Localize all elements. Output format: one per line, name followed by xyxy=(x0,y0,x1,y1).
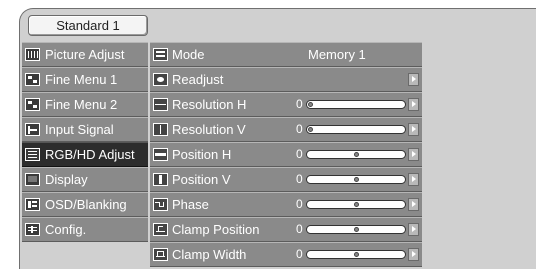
setting-value: Memory 1 xyxy=(308,47,366,62)
slider-knob[interactable] xyxy=(353,177,359,182)
osd-blanking-icon xyxy=(25,198,40,211)
menu-item-label: OSD/Blanking xyxy=(45,197,127,212)
arrow-right-icon[interactable] xyxy=(408,98,419,111)
menu-item-label: Display xyxy=(45,172,88,187)
menu-item-label: RGB/HD Adjust xyxy=(45,147,135,162)
slider-bar[interactable] xyxy=(306,100,406,109)
main-menu: Picture Adjust Fine Menu 1 Fine Menu 2 I… xyxy=(22,42,148,242)
phase-icon xyxy=(153,198,168,211)
arrow-right-icon[interactable] xyxy=(408,198,419,211)
setting-row-readjust[interactable]: Readjust xyxy=(150,67,422,92)
setting-number: 0 xyxy=(296,97,303,111)
config-icon xyxy=(25,223,40,236)
setting-label: Clamp Position xyxy=(172,222,260,237)
setting-row-phase[interactable]: Phase 0 xyxy=(150,192,422,217)
setting-number: 0 xyxy=(296,247,303,261)
setting-row-mode[interactable]: Mode Memory 1 xyxy=(150,42,422,67)
slider-bar[interactable] xyxy=(306,250,406,259)
setting-row-position-v[interactable]: Position V 0 xyxy=(150,167,422,192)
menu-item-label: Fine Menu 1 xyxy=(45,72,118,87)
fine-menu-icon xyxy=(25,73,40,86)
slider-knob[interactable] xyxy=(353,252,359,257)
rgb-hd-icon xyxy=(25,148,40,161)
slider-bar[interactable] xyxy=(306,175,406,184)
slider-bar[interactable] xyxy=(306,200,406,209)
setting-label: Position H xyxy=(172,147,232,162)
arrow-right-icon[interactable] xyxy=(408,148,419,161)
menu-item-fine-menu-2[interactable]: Fine Menu 2 xyxy=(22,92,148,117)
setting-row-resolution-h[interactable]: Resolution H 0 xyxy=(150,92,422,117)
settings-panel: Mode Memory 1 Readjust Resolution H 0 Re… xyxy=(150,42,422,267)
slider-knob[interactable] xyxy=(308,102,313,107)
setting-label: Mode xyxy=(172,47,205,62)
setting-row-clamp-position[interactable]: Clamp Position 0 xyxy=(150,217,422,242)
slider-bar[interactable] xyxy=(306,125,406,134)
menu-item-config[interactable]: Config. xyxy=(22,217,148,242)
menu-item-label: Config. xyxy=(45,222,87,237)
slider-bar[interactable] xyxy=(306,225,406,234)
position-h-icon xyxy=(153,148,168,161)
slider-knob[interactable] xyxy=(353,152,359,157)
setting-number: 0 xyxy=(296,197,303,211)
resolution-h-icon xyxy=(153,98,168,111)
setting-number: 0 xyxy=(296,122,303,136)
setting-label: Resolution V xyxy=(172,122,246,137)
fine-menu-icon xyxy=(25,98,40,111)
slider-bar[interactable] xyxy=(306,150,406,159)
arrow-right-icon[interactable] xyxy=(408,248,419,261)
menu-item-picture-adjust[interactable]: Picture Adjust xyxy=(22,42,148,67)
menu-item-display[interactable]: Display xyxy=(22,167,148,192)
menu-item-label: Picture Adjust xyxy=(45,47,125,62)
slider-knob[interactable] xyxy=(353,202,359,207)
menu-item-label: Input Signal xyxy=(45,122,114,137)
tab-standard-1[interactable]: Standard 1 xyxy=(28,15,148,36)
arrow-right-icon[interactable] xyxy=(408,123,419,136)
slider-knob[interactable] xyxy=(308,127,313,132)
setting-row-clamp-width[interactable]: Clamp Width 0 xyxy=(150,242,422,267)
menu-item-rgb-hd-adjust[interactable]: RGB/HD Adjust xyxy=(22,142,148,167)
menu-item-label: Fine Menu 2 xyxy=(45,97,118,112)
clamp-width-icon xyxy=(153,248,168,261)
display-icon xyxy=(25,173,40,186)
arrow-right-icon[interactable] xyxy=(408,173,419,186)
readjust-icon xyxy=(153,73,168,86)
setting-number: 0 xyxy=(296,222,303,236)
setting-label: Resolution H xyxy=(172,97,247,112)
setting-row-position-h[interactable]: Position H 0 xyxy=(150,142,422,167)
position-v-icon xyxy=(153,173,168,186)
clamp-position-icon xyxy=(153,223,168,236)
arrow-right-icon[interactable] xyxy=(408,223,419,236)
setting-row-resolution-v[interactable]: Resolution V 0 xyxy=(150,117,422,142)
menu-item-fine-menu-1[interactable]: Fine Menu 1 xyxy=(22,67,148,92)
arrow-right-icon[interactable] xyxy=(408,73,419,86)
setting-number: 0 xyxy=(296,172,303,186)
setting-number: 0 xyxy=(296,147,303,161)
picture-adjust-icon xyxy=(25,48,40,61)
menu-item-osd-blanking[interactable]: OSD/Blanking xyxy=(22,192,148,217)
setting-label: Readjust xyxy=(172,72,224,87)
menu-item-input-signal[interactable]: Input Signal xyxy=(22,117,148,142)
setting-label: Phase xyxy=(172,197,209,212)
setting-label: Clamp Width xyxy=(172,247,247,262)
mode-icon xyxy=(153,48,168,61)
resolution-v-icon xyxy=(153,123,168,136)
slider-knob[interactable] xyxy=(353,227,359,232)
input-signal-icon xyxy=(25,123,40,136)
setting-label: Position V xyxy=(172,172,231,187)
